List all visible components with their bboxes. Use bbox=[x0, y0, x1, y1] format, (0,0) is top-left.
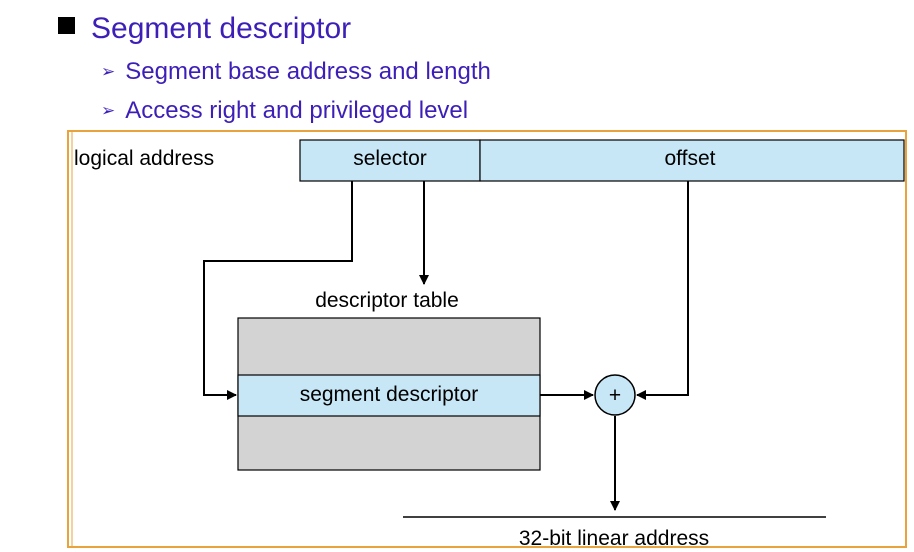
linear-address-label: 32-bit linear address bbox=[519, 527, 709, 550]
adder-symbol: + bbox=[609, 384, 621, 407]
segmentation-diagram: logical address selector offset descript… bbox=[67, 130, 907, 550]
selector-label: selector bbox=[353, 147, 427, 170]
logical-address-label: logical address bbox=[74, 147, 214, 170]
descriptor-table-label: descriptor table bbox=[315, 289, 459, 312]
offset-to-adder-arrow bbox=[636, 181, 689, 400]
segment-descriptor-label: segment descriptor bbox=[300, 383, 479, 406]
offset-label: offset bbox=[665, 147, 716, 170]
